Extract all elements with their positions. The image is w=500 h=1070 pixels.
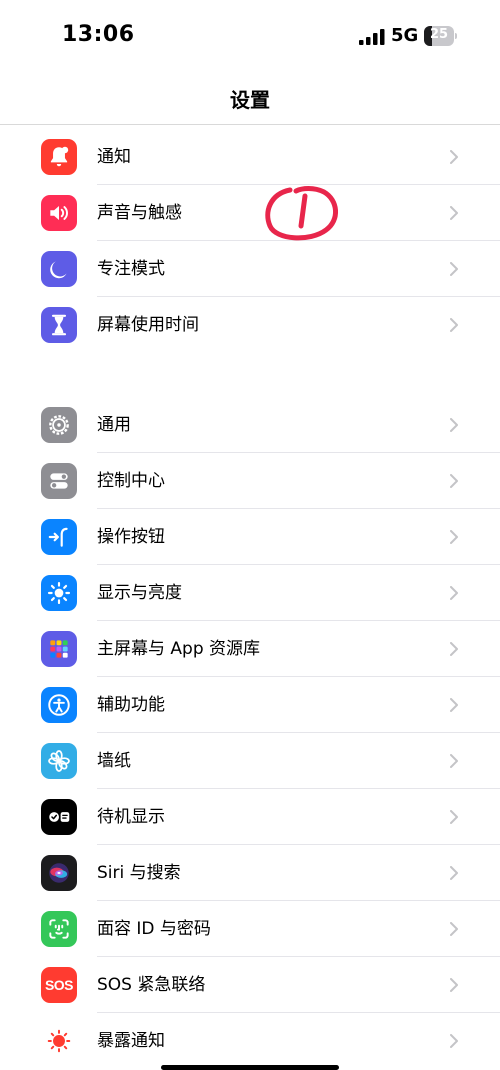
settings-row-accessibility[interactable]: 辅助功能 bbox=[0, 677, 500, 733]
settings-row-label: 辅助功能 bbox=[97, 695, 165, 715]
settings-row-action-button[interactable]: 操作按钮 bbox=[0, 509, 500, 565]
settings-row-standby[interactable]: 待机显示 bbox=[0, 789, 500, 845]
settings-row-exposure-notifications[interactable]: 暴露通知 bbox=[0, 1013, 500, 1069]
sos-icon: SOS bbox=[41, 967, 77, 1003]
settings-row-label: 操作按钮 bbox=[97, 527, 165, 547]
settings-row-emergency-sos[interactable]: SOS SOS 紧急联络 bbox=[0, 957, 500, 1013]
exposure-icon bbox=[41, 1023, 77, 1059]
battery-percentage: 25 bbox=[429, 27, 449, 42]
chevron-right-icon bbox=[450, 698, 458, 712]
chevron-right-icon bbox=[450, 866, 458, 880]
settings-row-screen-time[interactable]: 屏幕使用时间 bbox=[0, 297, 500, 353]
settings-row-label: 暴露通知 bbox=[97, 1031, 165, 1051]
settings-row-label: 专注模式 bbox=[97, 259, 165, 279]
chevron-right-icon bbox=[450, 318, 458, 332]
moon-icon bbox=[41, 251, 77, 287]
gear-icon bbox=[41, 407, 77, 443]
chevron-right-icon bbox=[450, 586, 458, 600]
settings-row-label: 主屏幕与 App 资源库 bbox=[97, 639, 261, 659]
chevron-right-icon bbox=[450, 642, 458, 656]
chevron-right-icon bbox=[450, 530, 458, 544]
cellular-signal-icon bbox=[359, 29, 385, 45]
flower-icon bbox=[41, 743, 77, 779]
settings-row-home-screen-app-library[interactable]: 主屏幕与 App 资源库 bbox=[0, 621, 500, 677]
navigation-bar: 设置 bbox=[0, 72, 500, 125]
toggles-icon bbox=[41, 463, 77, 499]
hourglass-icon bbox=[41, 307, 77, 343]
settings-row-label: 声音与触感 bbox=[97, 203, 182, 223]
sos-icon-text: SOS bbox=[44, 977, 74, 993]
settings-row-display-brightness[interactable]: 显示与亮度 bbox=[0, 565, 500, 621]
battery-icon: 25 bbox=[424, 26, 457, 46]
chevron-right-icon bbox=[450, 418, 458, 432]
siri-icon bbox=[41, 855, 77, 891]
settings-group-2: 通用 控制中心 操作按钮 显示与亮度 主屏幕与 App 资源库 辅助功能 墙纸 … bbox=[0, 397, 500, 1069]
settings-row-label: 屏幕使用时间 bbox=[97, 315, 199, 335]
chevron-right-icon bbox=[450, 810, 458, 824]
settings-row-sounds-haptics[interactable]: 声音与触感 bbox=[0, 185, 500, 241]
settings-row-general[interactable]: 通用 bbox=[0, 397, 500, 453]
settings-row-siri-search[interactable]: Siri 与搜索 bbox=[0, 845, 500, 901]
speaker-icon bbox=[41, 195, 77, 231]
settings-row-label: 面容 ID 与密码 bbox=[97, 919, 211, 939]
chevron-right-icon bbox=[450, 1034, 458, 1048]
settings-row-label: 墙纸 bbox=[97, 751, 131, 771]
settings-row-notifications[interactable]: 通知 bbox=[0, 129, 500, 185]
red-annotation-mark bbox=[265, 186, 338, 241]
app-grid-icon bbox=[41, 631, 77, 667]
settings-row-label: 待机显示 bbox=[97, 807, 165, 827]
settings-group-1: 通知 声音与触感 专注模式 屏幕使用时间 bbox=[0, 129, 500, 353]
chevron-right-icon bbox=[450, 262, 458, 276]
chevron-right-icon bbox=[450, 978, 458, 992]
home-indicator bbox=[161, 1065, 339, 1070]
status-time: 13:06 bbox=[62, 22, 135, 47]
settings-row-label: SOS 紧急联络 bbox=[97, 975, 206, 995]
settings-row-label: Siri 与搜索 bbox=[97, 863, 181, 883]
chevron-right-icon bbox=[450, 150, 458, 164]
chevron-right-icon bbox=[450, 206, 458, 220]
faceid-icon bbox=[41, 911, 77, 947]
standby-icon bbox=[41, 799, 77, 835]
accessibility-icon bbox=[41, 687, 77, 723]
network-type: 5G bbox=[391, 25, 419, 46]
chevron-right-icon bbox=[450, 474, 458, 488]
page-title: 设置 bbox=[230, 88, 270, 112]
settings-row-label: 通用 bbox=[97, 415, 131, 435]
settings-row-label: 控制中心 bbox=[97, 471, 165, 491]
settings-row-wallpaper[interactable]: 墙纸 bbox=[0, 733, 500, 789]
sun-icon bbox=[41, 575, 77, 611]
chevron-right-icon bbox=[450, 922, 458, 936]
settings-row-faceid-passcode[interactable]: 面容 ID 与密码 bbox=[0, 901, 500, 957]
settings-row-label: 通知 bbox=[97, 147, 131, 167]
settings-row-focus[interactable]: 专注模式 bbox=[0, 241, 500, 297]
status-bar: 13:06 5G 25 bbox=[0, 0, 500, 72]
chevron-right-icon bbox=[450, 754, 458, 768]
action-button-icon bbox=[41, 519, 77, 555]
bell-icon bbox=[41, 139, 77, 175]
settings-row-label: 显示与亮度 bbox=[97, 583, 182, 603]
settings-row-control-center[interactable]: 控制中心 bbox=[0, 453, 500, 509]
